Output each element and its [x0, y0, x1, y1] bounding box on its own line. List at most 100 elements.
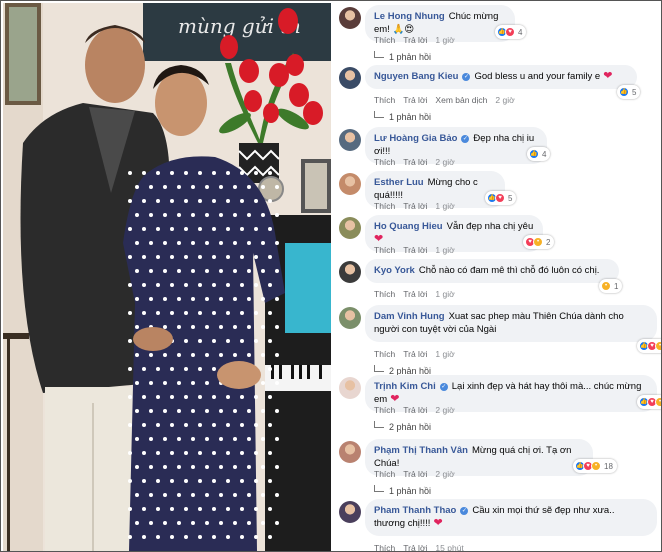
- reply-link[interactable]: Trả lời: [403, 289, 427, 299]
- avatar[interactable]: [339, 67, 361, 89]
- reaction-summary[interactable]: 👍 ♥ 4: [495, 25, 527, 39]
- comment-time[interactable]: 2 giờ: [435, 469, 454, 479]
- reply-link[interactable]: Trả lời: [403, 95, 427, 105]
- comment-actions: Thích Trả lời 1 giờ: [374, 289, 463, 299]
- reply-link[interactable]: Trả lời: [403, 35, 427, 45]
- care-reaction-icon: •: [655, 397, 661, 407]
- comment-time[interactable]: 2 giờ: [435, 405, 454, 415]
- couple-photo: mùng gửi th: [3, 3, 331, 551]
- commenter-name[interactable]: Trịnh Kim Chi: [374, 381, 436, 392]
- comment-time[interactable]: 1 giờ: [435, 289, 454, 299]
- reaction-summary[interactable]: 👍 5: [617, 85, 641, 99]
- reaction-count: 18: [604, 461, 613, 471]
- view-replies-link[interactable]: 1 phản hồi: [374, 111, 431, 122]
- love-reaction-icon: ♥: [505, 27, 515, 37]
- commenter-name[interactable]: Dam Vinh Hung: [374, 311, 445, 322]
- comment-actions: Thích Trả lời 1 giờ: [374, 201, 463, 211]
- comment-time[interactable]: 1 giờ: [435, 201, 454, 211]
- comment-item: Pham Thanh Thao ✓ Cầu xin mọi thứ sẽ đẹp n…: [334, 499, 661, 551]
- heart-emoji-icon: ❤: [374, 233, 384, 245]
- comment-time[interactable]: 2 giờ: [495, 95, 514, 105]
- commenter-name[interactable]: Esther Luu: [374, 177, 424, 188]
- reply-arrow-icon: [374, 111, 384, 118]
- comment-text: Vẫn đẹp nha chị yêu: [446, 221, 534, 232]
- replies-count-label: 1 phản hồi: [389, 112, 432, 122]
- avatar[interactable]: [339, 261, 361, 283]
- avatar[interactable]: [339, 129, 361, 151]
- comment-item: Phạm Thị Thanh Vân Mừng quá chị ơi. Tạ ơn…: [334, 439, 661, 499]
- reaction-count: 4: [518, 27, 523, 37]
- reply-link[interactable]: Trả lời: [403, 157, 427, 167]
- comment-item: Trịnh Kim Chi ✓ Lại xinh đẹp và hát hay th…: [334, 375, 661, 435]
- like-link[interactable]: Thích: [374, 201, 395, 211]
- reaction-summary[interactable]: 👍 ♥ • 18: [573, 459, 617, 473]
- comment-actions: Thích Trả lời 1 giờ: [374, 35, 463, 45]
- reaction-summary[interactable]: 👍 ♥ 5: [485, 191, 517, 205]
- comment-item: Le Hong Nhung Chúc mừng em! 🙏😍 👍 ♥ 4 Thích Trả…: [334, 5, 661, 65]
- like-link[interactable]: Thích: [374, 543, 395, 551]
- avatar[interactable]: [339, 173, 361, 195]
- reply-link[interactable]: Trả lời: [403, 245, 427, 255]
- avatar[interactable]: [339, 441, 361, 463]
- reaction-summary[interactable]: 👍 ♥ •: [637, 395, 661, 409]
- like-link[interactable]: Thích: [374, 157, 395, 167]
- comment-actions: Thích Trả lời 1 giờ: [374, 349, 463, 359]
- like-link[interactable]: Thích: [374, 289, 395, 299]
- reply-link[interactable]: Trả lời: [403, 543, 427, 551]
- like-link[interactable]: Thích: [374, 469, 395, 479]
- comment-time[interactable]: 15 phút: [435, 543, 463, 551]
- reaction-count: 5: [508, 193, 513, 203]
- comment-time[interactable]: 1 giờ: [435, 349, 454, 359]
- reaction-count: 2: [546, 237, 551, 247]
- comment-time[interactable]: 1 giờ: [435, 245, 454, 255]
- comment-time[interactable]: 2 giờ: [435, 157, 454, 167]
- reply-link[interactable]: Trả lời: [403, 405, 427, 415]
- comment-bubble: Nguyen Bang Kieu ✓ God bless u and your fa…: [365, 65, 637, 89]
- comment-time[interactable]: 1 giờ: [435, 35, 454, 45]
- comment-text: Chỗ nào có đam mê thì chỗ đó luôn có chị…: [418, 265, 600, 276]
- like-link[interactable]: Thích: [374, 245, 395, 255]
- like-link[interactable]: Thích: [374, 95, 395, 105]
- commenter-name[interactable]: Lư Hoàng Gia Bảo: [374, 133, 457, 144]
- reply-link[interactable]: Trả lời: [403, 201, 427, 211]
- care-reaction-icon: •: [533, 237, 543, 247]
- commenter-name[interactable]: Nguyen Bang Kieu: [374, 71, 458, 82]
- translate-link[interactable]: Xem bản dịch: [435, 95, 487, 105]
- reaction-count: 1: [614, 281, 619, 291]
- reaction-count: 4: [542, 149, 547, 159]
- avatar[interactable]: [339, 7, 361, 29]
- care-reaction-icon: •: [591, 461, 601, 471]
- avatar[interactable]: [339, 217, 361, 239]
- avatar[interactable]: [339, 501, 361, 523]
- commenter-name[interactable]: Ho Quang Hieu: [374, 221, 443, 232]
- avatar[interactable]: [339, 307, 361, 329]
- reaction-summary[interactable]: 👍 ♥ •: [637, 339, 661, 353]
- reply-arrow-icon: [374, 421, 384, 428]
- commenter-name[interactable]: Kyo York: [374, 265, 415, 276]
- view-replies-link[interactable]: 1 phản hồi: [374, 51, 431, 62]
- care-reaction-icon: •: [601, 281, 611, 291]
- commenter-name[interactable]: Pham Thanh Thao: [374, 505, 456, 516]
- avatar[interactable]: [339, 377, 361, 399]
- reply-link[interactable]: Trả lời: [403, 349, 427, 359]
- verified-badge-icon: ✓: [460, 507, 469, 515]
- comment-actions: Thích Trả lời 2 giờ: [374, 405, 463, 415]
- like-link[interactable]: Thích: [374, 349, 395, 359]
- commenter-name[interactable]: Le Hong Nhung: [374, 11, 445, 22]
- reaction-summary[interactable]: 👍 4: [527, 147, 551, 161]
- verified-badge-icon: ✓: [461, 135, 470, 143]
- like-link[interactable]: Thích: [374, 35, 395, 45]
- reply-link[interactable]: Trả lời: [403, 469, 427, 479]
- reaction-summary[interactable]: • 1: [599, 279, 623, 293]
- reaction-summary[interactable]: ♥ • 2: [523, 235, 555, 249]
- view-replies-link[interactable]: 2 phản hồi: [374, 421, 431, 432]
- view-replies-link[interactable]: 1 phản hồi: [374, 485, 431, 496]
- photo-illustration: mùng gửi th: [3, 3, 331, 551]
- reply-arrow-icon: [374, 365, 384, 372]
- comment-actions: Thích Trả lời 2 giờ: [374, 157, 463, 167]
- comment-item: Nguyen Bang Kieu ✓ God bless u and your fa…: [334, 65, 661, 125]
- comment-actions: Thích Trả lời 15 phút: [374, 543, 472, 551]
- reply-arrow-icon: [374, 485, 384, 492]
- commenter-name[interactable]: Phạm Thị Thanh Vân: [374, 445, 468, 456]
- like-link[interactable]: Thích: [374, 405, 395, 415]
